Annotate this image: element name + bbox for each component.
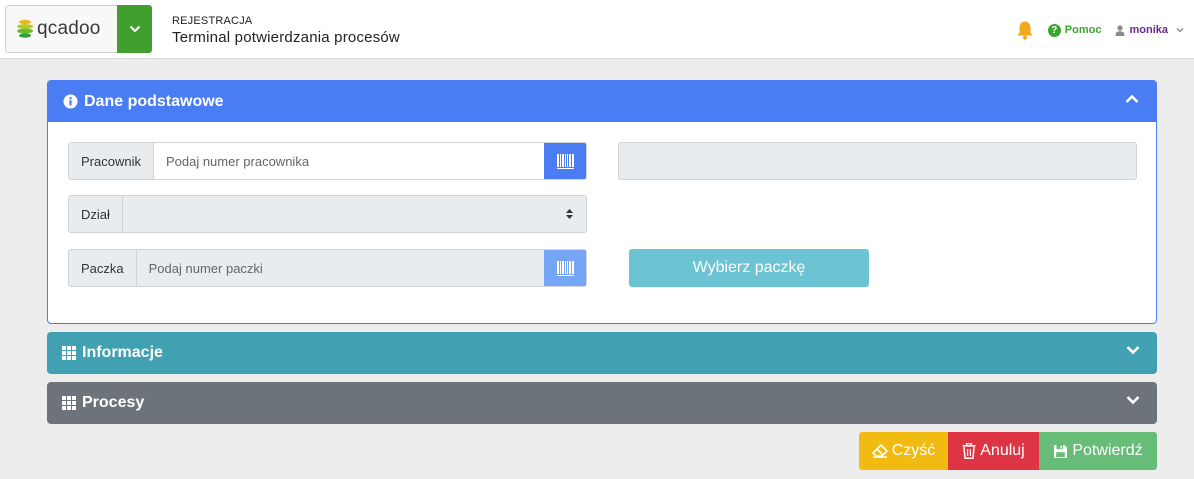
package-scan-button[interactable] <box>544 250 586 286</box>
save-icon <box>1054 444 1068 458</box>
basic-data-panel-header[interactable]: Dane podstawowe <box>48 81 1156 122</box>
chevron-down-icon[interactable] <box>1126 345 1140 355</box>
processes-panel-title: Procesy <box>82 394 145 411</box>
worker-label: Pracownik <box>69 143 154 179</box>
eraser-icon <box>871 444 888 458</box>
basic-data-panel-title: Dane podstawowe <box>84 92 224 110</box>
department-label: Dział <box>69 196 123 232</box>
user-menu[interactable]: monika <box>1115 24 1184 36</box>
chevron-down-icon <box>129 25 140 33</box>
worker-input-group: Pracownik <box>68 142 587 180</box>
barcode-icon <box>556 260 574 276</box>
worker-input[interactable] <box>153 143 544 179</box>
chevron-up-icon[interactable] <box>1125 94 1139 104</box>
worker-scan-button[interactable] <box>544 143 586 179</box>
cancel-button[interactable]: Anuluj <box>948 432 1039 470</box>
logo-text: qcadoo <box>37 18 101 39</box>
clear-button-label: Czyść <box>891 442 936 459</box>
top-right-toolbar: ? Pomoc monika <box>1016 18 1184 42</box>
processes-panel: Procesy <box>47 382 1157 424</box>
processes-panel-header[interactable]: Procesy <box>47 382 1157 424</box>
logo[interactable]: qcadoo <box>5 5 118 53</box>
chevron-down-icon[interactable] <box>1126 395 1140 405</box>
main-menu-button[interactable] <box>117 5 152 53</box>
qcadoo-logo-icon <box>17 19 33 38</box>
choose-package-button[interactable]: Wybierz paczkę <box>629 249 869 287</box>
action-buttons: Czyść Anuluj Potwierdź <box>859 432 1157 470</box>
question-circle-icon: ? <box>1047 23 1061 37</box>
information-panel-title: Informacje <box>82 344 163 361</box>
info-circle-icon <box>63 94 78 109</box>
page-title: Terminal potwierdzania procesów <box>172 29 400 46</box>
package-input-group: Paczka <box>68 249 587 287</box>
select-arrows-icon <box>566 209 573 219</box>
user-icon <box>1115 24 1125 36</box>
department-select[interactable] <box>122 196 586 232</box>
trash-icon <box>962 443 976 459</box>
bell-icon[interactable] <box>1016 20 1034 40</box>
package-input[interactable] <box>136 250 544 286</box>
information-panel-header[interactable]: Informacje <box>47 332 1157 374</box>
barcode-icon <box>556 153 574 169</box>
breadcrumb-section: REJESTRACJA <box>172 15 253 27</box>
confirm-button[interactable]: Potwierdź <box>1039 432 1157 470</box>
user-name: monika <box>1129 24 1168 36</box>
cancel-button-label: Anuluj <box>980 442 1025 459</box>
top-bar: qcadoo REJESTRACJA Terminal potwierdzani… <box>0 0 1194 59</box>
help-link[interactable]: ? Pomoc <box>1047 23 1102 37</box>
package-label: Paczka <box>69 250 137 286</box>
confirm-button-label: Potwierdź <box>1072 442 1143 459</box>
help-label: Pomoc <box>1064 24 1102 36</box>
worker-details-field <box>618 142 1137 180</box>
clear-button[interactable]: Czyść <box>859 432 948 470</box>
information-panel: Informacje <box>47 332 1157 374</box>
basic-data-panel: Dane podstawowe Pracownik Dział <box>47 80 1157 324</box>
grid-icon <box>62 346 76 360</box>
chevron-down-icon <box>1176 28 1184 33</box>
department-input-group: Dział <box>68 195 587 233</box>
grid-icon <box>62 396 76 410</box>
